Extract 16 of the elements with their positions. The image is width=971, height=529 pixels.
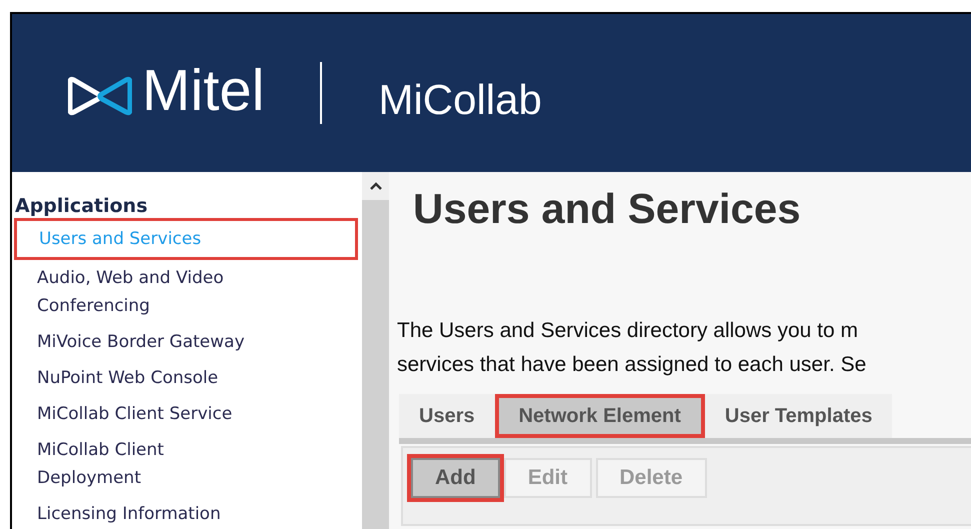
sidebar-item[interactable]: Licensing Information	[15, 496, 359, 529]
sidebar-item[interactable]: MiCollab Client Deployment	[15, 432, 359, 496]
sidebar-item[interactable]: Audio, Web and Video Conferencing	[15, 260, 359, 324]
scroll-up-icon[interactable]	[370, 182, 382, 190]
sidebar-item[interactable]: NuPoint Web Console	[15, 360, 359, 396]
sidebar-item[interactable]: MiCollab Client Service	[15, 396, 359, 432]
brand-name: Mitel	[142, 62, 264, 120]
sidebar-item[interactable]: MiVoice Border Gateway	[15, 324, 359, 360]
tab[interactable]: Network Element	[494, 394, 705, 438]
product-name: MiCollab	[378, 79, 542, 121]
sidebar-title: Applications	[15, 194, 148, 218]
tab[interactable]: Users	[399, 394, 495, 438]
tab[interactable]: User Templates	[704, 394, 892, 438]
page-title: Users and Services	[412, 184, 802, 234]
description-line: The Users and Services directory allows you to m	[397, 318, 860, 344]
description-line: services that have been assigned to each user. Se	[397, 352, 868, 378]
